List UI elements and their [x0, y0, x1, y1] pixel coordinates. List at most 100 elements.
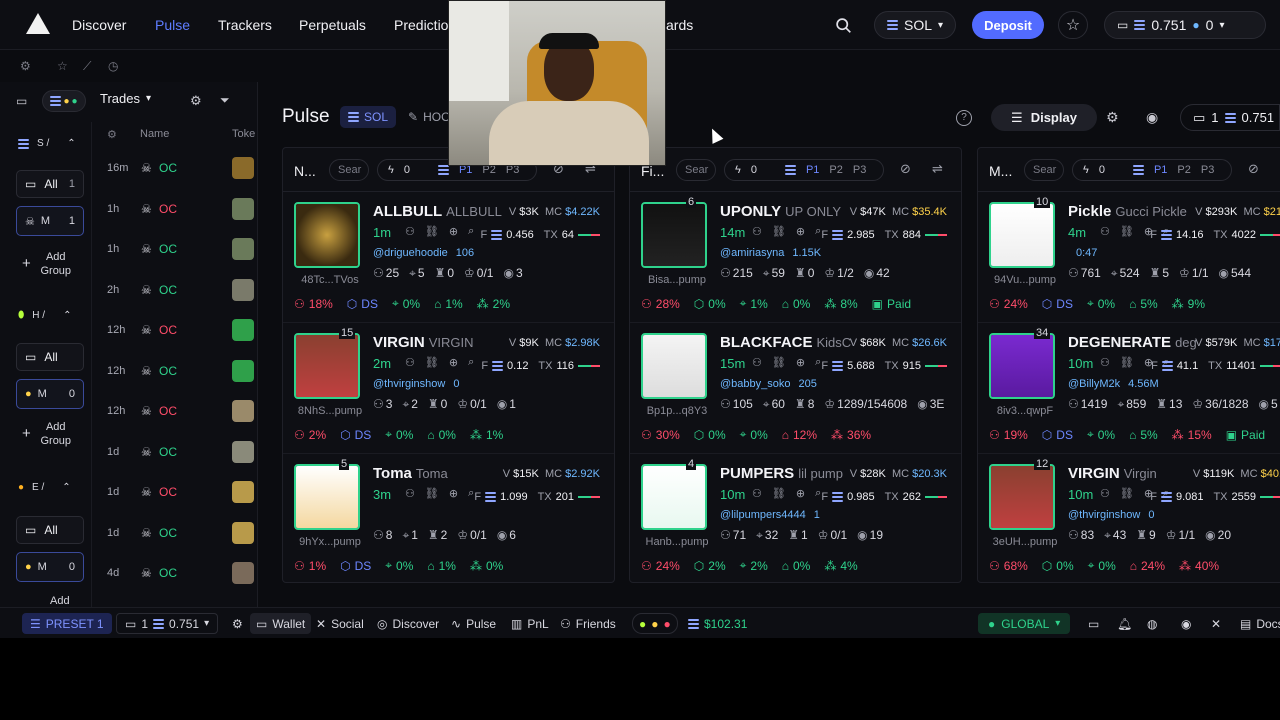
token-card[interactable]: 5 9hYx...pump Toma Toma 3m ⚇ ⛓ ⊕ ⌕ V $15K MC $2.9… [283, 454, 614, 582]
globe-icon[interactable]: ⊕ [449, 356, 458, 369]
friends-tab[interactable]: ⚇ Friends [560, 617, 616, 631]
preset-p3[interactable]: P3 [1201, 164, 1214, 176]
table-row[interactable]: 12h ☠ OC [94, 391, 257, 431]
user-icon[interactable]: ⚇ [405, 487, 415, 500]
user-icon[interactable]: ⚇ [1100, 356, 1110, 369]
contract-address[interactable]: Hanb...pump [641, 536, 713, 548]
token-avatar[interactable] [989, 464, 1055, 530]
group-all-button[interactable]: ▭ All [16, 516, 84, 544]
link-icon[interactable]: ⛓ [1120, 487, 1134, 500]
twitter-handle[interactable]: 0:47 [1068, 247, 1097, 259]
globe-icon[interactable]: ⊕ [796, 487, 805, 500]
link-icon[interactable]: ⛓ [772, 225, 786, 238]
contract-address[interactable]: 8NhS...pump [294, 405, 366, 417]
token-avatar[interactable] [294, 202, 360, 268]
nav-discover[interactable]: Discover [72, 17, 126, 33]
table-row[interactable]: 4d ☠ OC [94, 553, 257, 593]
table-row[interactable]: 2h ☠ OC [94, 270, 257, 310]
group-all-button[interactable]: ▭ All 1 [16, 170, 84, 198]
search-icon[interactable] [832, 14, 854, 36]
link-icon[interactable]: ⛓ [1120, 225, 1134, 238]
user-icon[interactable]: ⚇ [752, 356, 762, 369]
star-icon[interactable]: ☆ [57, 59, 68, 73]
twitter-handle[interactable]: @lilpumpers4444 1 [720, 509, 820, 521]
token-thumbnail[interactable] [232, 562, 254, 584]
user-icon[interactable]: ⚇ [405, 356, 415, 369]
deposit-button[interactable]: Deposit [972, 11, 1044, 39]
column-controls[interactable]: ϟ 0 P1 P2 P3 [1072, 159, 1232, 181]
gear-icon[interactable]: ⚙ [190, 93, 202, 109]
token-avatar[interactable] [989, 202, 1055, 268]
wallet-balance-pill[interactable]: ▭ 1 0.751 [1180, 104, 1280, 131]
preset-p2[interactable]: P2 [829, 164, 842, 176]
globe-icon[interactable]: ⊕ [796, 225, 805, 238]
search-icon[interactable]: ⌕ [815, 356, 821, 369]
nav-predictions[interactable]: Predictio [394, 17, 448, 33]
preset-p1[interactable]: P1 [806, 164, 819, 176]
bell-icon[interactable]: 🔔︎ [1117, 617, 1132, 631]
token-card[interactable]: 123eUH...pumpVIRGINVirgin10m⚇⛓⊕⌕V $119K … [978, 454, 1280, 582]
token-thumbnail[interactable] [232, 481, 254, 503]
eye-off-icon[interactable]: ⊘ [900, 161, 911, 177]
globe-icon[interactable]: ⊕ [796, 356, 805, 369]
preset-p1[interactable]: P1 [1154, 164, 1167, 176]
link-icon[interactable]: ⛓ [425, 225, 439, 238]
star-icon[interactable]: ☆ [1058, 11, 1088, 39]
preset-p3[interactable]: P3 [853, 164, 866, 176]
table-row[interactable]: 12h ☠ OC [94, 351, 257, 391]
column-search-input[interactable]: Sear [1024, 159, 1064, 181]
gear-icon[interactable]: ⚙ [232, 617, 243, 631]
network-selector[interactable]: SOL ▾ [874, 11, 957, 39]
group-header[interactable]: ⬮ H / ⌃ [18, 310, 88, 321]
nav-trackers[interactable]: Trackers [218, 17, 272, 33]
token-avatar[interactable] [989, 333, 1055, 399]
nav-pulse[interactable]: Pulse [155, 17, 190, 33]
folder-icon[interactable]: ▭ [16, 94, 27, 108]
contract-address[interactable]: 8iv3...qwpF [989, 405, 1061, 417]
group-wallet-item[interactable]: ☠ M 1 [16, 206, 84, 236]
token-thumbnail[interactable] [232, 359, 254, 382]
link-icon[interactable]: ⛓ [425, 356, 439, 369]
palette-icon[interactable]: ◍ [1147, 617, 1157, 631]
token-avatar[interactable] [641, 333, 707, 399]
filter-icon[interactable]: ⏷ [220, 93, 230, 108]
wallet-tab[interactable]: ▭ Wallet [250, 613, 312, 634]
token-card[interactable]: 48Tc...TVos ALLBULL ALLBULL 1m ⚇ ⛓ ⊕ ⌕ V $3K MC … [283, 192, 614, 323]
add-group-button[interactable]: + Add Group [22, 420, 86, 448]
chart-icon[interactable]: ⟋ [83, 59, 91, 74]
group-header[interactable]: ● E / ⌃ [18, 482, 88, 493]
preset-p2[interactable]: P2 [1177, 164, 1190, 176]
sliders-icon[interactable]: ⇌ [932, 161, 943, 177]
link-icon[interactable]: ⛓ [425, 487, 439, 500]
token-avatar[interactable] [294, 464, 360, 530]
contract-address[interactable]: 3eUH...pump [989, 536, 1061, 548]
token-thumbnail[interactable] [232, 400, 254, 422]
token-thumbnail[interactable] [232, 278, 254, 301]
twitter-handle[interactable]: @babby_soko 205 [720, 378, 817, 390]
search-icon[interactable]: ⌕ [468, 356, 474, 369]
contract-address[interactable]: Bp1p...q8Y3 [641, 405, 713, 417]
token-card[interactable]: 348iv3...qwpFDEGENERATEdeg10m⚇⛓⊕⌕V $579K… [978, 323, 1280, 454]
layout-icon[interactable]: ▭ [1088, 617, 1099, 631]
column-controls[interactable]: ϟ 0 P1 P2 P3 [724, 159, 884, 181]
token-avatar[interactable] [294, 333, 360, 399]
twitter-handle[interactable]: @amiriasyna 1.15K [720, 247, 821, 259]
social-tab[interactable]: ✕ Social [316, 617, 364, 631]
table-row[interactable]: 1h ☠ OC [94, 189, 257, 229]
twitter-handle[interactable]: @BillyM2k 4.56M [1068, 378, 1159, 390]
pnl-tab[interactable]: ▥ PnL [511, 617, 549, 631]
nav-leaderboards[interactable]: ards [666, 17, 693, 33]
twitter-handle[interactable]: @driguehoodie 106 [373, 247, 474, 259]
globe-icon[interactable]: ⊕ [449, 225, 458, 238]
link-icon[interactable]: ⛓ [1120, 356, 1134, 369]
token-card[interactable]: 1094Vu...pumpPickleGucci Pickle4m⚇⛓⊕⌕V $… [978, 192, 1280, 323]
token-thumbnail[interactable] [232, 319, 254, 341]
table-row[interactable]: 12h ☠ OC [94, 310, 257, 350]
nav-perpetuals[interactable]: Perpetuals [299, 17, 366, 33]
group-header[interactable]: S / ⌃ [18, 138, 88, 149]
contract-address[interactable]: 48Tc...TVos [294, 274, 366, 286]
user-icon[interactable]: ⚇ [405, 225, 415, 238]
token-thumbnail[interactable] [232, 440, 254, 463]
chip-sol[interactable]: SOL [340, 106, 397, 128]
table-row[interactable]: 1d ☠ OC [94, 472, 257, 512]
